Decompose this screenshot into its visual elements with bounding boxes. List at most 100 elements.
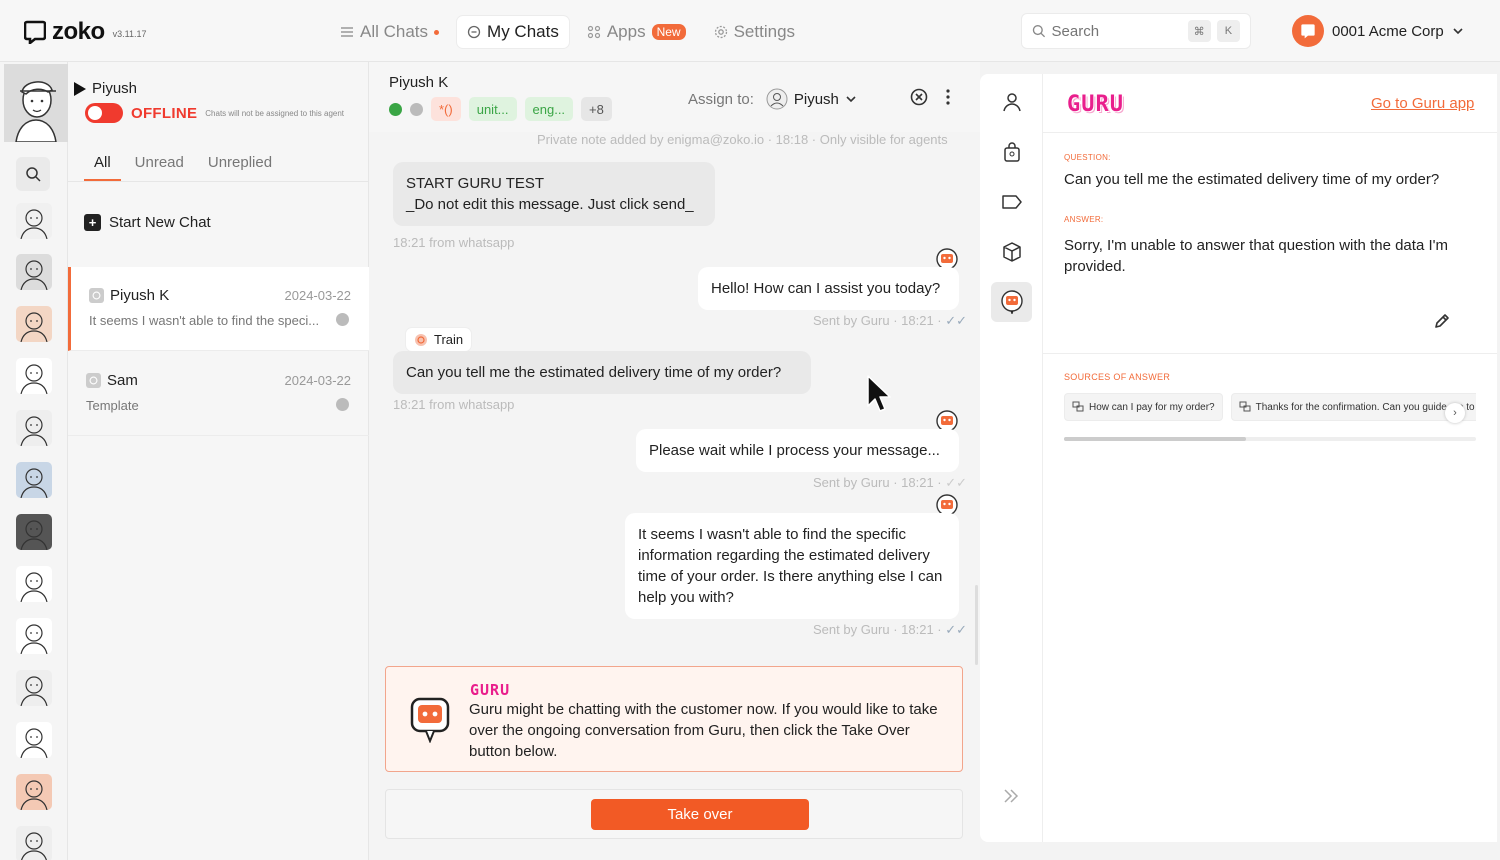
agent-avatar[interactable] bbox=[16, 618, 52, 654]
tab-all[interactable]: All bbox=[84, 142, 121, 181]
app-version: v3.11.17 bbox=[112, 29, 147, 39]
chat-filter-tabs: All Unread Unreplied bbox=[68, 142, 369, 182]
source-chip[interactable]: Thanks for the confirmation. Can you gui… bbox=[1230, 393, 1476, 421]
main-nav: All Chats My Chats Apps New Settings bbox=[330, 16, 805, 48]
agent-avatar[interactable] bbox=[16, 722, 52, 758]
contact-name[interactable]: Piyush K bbox=[389, 74, 448, 91]
sources-next-button[interactable]: › bbox=[1445, 403, 1465, 423]
agent-name: Piyush bbox=[92, 80, 138, 97]
close-chat-icon[interactable] bbox=[910, 88, 928, 106]
assign-control: Assign to: Piyush bbox=[688, 88, 857, 110]
tab-labels[interactable] bbox=[991, 182, 1032, 222]
chat-item-preview: It seems I wasn't able to find the speci… bbox=[89, 313, 320, 328]
guru-brand: GURU bbox=[470, 681, 511, 699]
account-name: 0001 Acme Corp bbox=[1332, 22, 1444, 40]
chevron-down-icon bbox=[846, 96, 856, 103]
message-meta: Sent by Guru · 18:21 · ✓✓ bbox=[813, 313, 968, 328]
double-check-icon: ✓✓ bbox=[945, 313, 968, 328]
nav-all-chats[interactable]: All Chats bbox=[330, 16, 449, 48]
search-input[interactable] bbox=[1051, 22, 1182, 40]
guru-side-panel: GURU Go to Guru app QUESTION: Can you te… bbox=[980, 74, 1497, 842]
tag-chip[interactable]: *() bbox=[431, 97, 461, 121]
chat-list-item[interactable]: Piyush K 2024-03-22 It seems I wasn't ab… bbox=[68, 267, 369, 351]
message-meta: Sent by Guru · 18:21 · ✓✓ bbox=[813, 475, 968, 490]
start-new-chat-label: Start New Chat bbox=[109, 214, 211, 231]
rail-search-button[interactable] bbox=[16, 157, 50, 191]
sources-scrollbar-thumb[interactable] bbox=[1064, 437, 1246, 441]
current-agent-avatar[interactable] bbox=[4, 64, 68, 143]
tab-unread[interactable]: Unread bbox=[125, 142, 194, 181]
nav-apps[interactable]: Apps New bbox=[577, 16, 696, 48]
agent-header[interactable]: Piyush bbox=[74, 80, 137, 97]
double-check-icon: ✓✓ bbox=[945, 475, 968, 490]
source-chip[interactable]: How can I pay for my order? bbox=[1064, 393, 1223, 421]
chat-list-item[interactable]: Sam 2024-03-22 Template bbox=[68, 352, 369, 436]
chat-scrollbar[interactable] bbox=[975, 585, 978, 665]
search-box[interactable]: ⌘ K bbox=[1021, 13, 1251, 49]
tab-contact[interactable] bbox=[991, 82, 1032, 122]
assignee-name: Piyush bbox=[793, 90, 839, 108]
new-badge: New bbox=[651, 24, 686, 40]
nav-settings[interactable]: Settings bbox=[704, 16, 805, 48]
agent-avatar[interactable] bbox=[16, 514, 52, 550]
more-vertical-icon[interactable] bbox=[946, 89, 950, 105]
message-text: Please wait while I process your message… bbox=[649, 442, 940, 459]
search-icon bbox=[26, 167, 41, 182]
incoming-message: START GURU TEST _Do not edit this messag… bbox=[393, 162, 715, 226]
agent-avatar[interactable] bbox=[16, 670, 52, 706]
chat-item-name: Piyush K bbox=[89, 287, 169, 304]
conversation-panel: Piyush K *() unit... eng... +8 Assign to… bbox=[369, 62, 980, 860]
chat-item-name-text: Piyush K bbox=[110, 287, 170, 304]
header-actions bbox=[910, 88, 950, 106]
incoming-message: Can you tell me the estimated delivery t… bbox=[393, 351, 811, 394]
tag-chip[interactable]: unit... bbox=[468, 97, 517, 121]
answer-label: ANSWER: bbox=[1064, 215, 1104, 224]
agent-avatar[interactable] bbox=[16, 826, 52, 860]
plus-icon: + bbox=[84, 214, 101, 231]
kbd-cmd: ⌘ bbox=[1187, 20, 1211, 42]
message-meta: 18:21 from whatsapp bbox=[393, 397, 515, 412]
nav-my-chats[interactable]: My Chats bbox=[457, 16, 569, 48]
online-toggle[interactable] bbox=[85, 103, 123, 123]
tab-products[interactable] bbox=[991, 232, 1032, 272]
double-chevron-right-icon bbox=[1004, 789, 1019, 803]
outgoing-message: Hello! How can I assist you today? bbox=[698, 267, 959, 310]
contact-tags: *() unit... eng... +8 bbox=[389, 97, 612, 121]
tab-orders[interactable] bbox=[991, 132, 1032, 172]
chat-item-name-text: Sam bbox=[107, 372, 138, 389]
agent-avatar[interactable] bbox=[16, 410, 52, 446]
conversation-header: Piyush K *() unit... eng... +8 Assign to… bbox=[369, 62, 980, 132]
go-to-guru-link[interactable]: Go to Guru app bbox=[1371, 95, 1474, 112]
account-switcher[interactable]: 0001 Acme Corp bbox=[1292, 15, 1464, 47]
box-icon bbox=[1002, 242, 1021, 262]
tab-guru[interactable] bbox=[991, 282, 1032, 322]
guru-bot-icon bbox=[410, 697, 450, 743]
message-text: Can you tell me the estimated delivery t… bbox=[406, 364, 782, 381]
start-new-chat-button[interactable]: + Start New Chat bbox=[84, 214, 211, 231]
tab-unreplied[interactable]: Unreplied bbox=[198, 142, 282, 181]
more-tags-chip[interactable]: +8 bbox=[581, 97, 612, 121]
message-text: It seems I wasn't able to find the speci… bbox=[638, 526, 943, 606]
agent-avatar[interactable] bbox=[16, 774, 52, 810]
agent-avatar[interactable] bbox=[16, 203, 52, 239]
train-label: Train bbox=[434, 332, 464, 347]
tag-chip[interactable]: eng... bbox=[524, 97, 574, 121]
agent-avatar[interactable] bbox=[16, 254, 52, 290]
shopping-bag-icon bbox=[1003, 142, 1020, 162]
zoko-logo[interactable]: zoko v3.11.17 bbox=[24, 18, 147, 46]
train-button[interactable]: Train bbox=[406, 328, 472, 351]
agent-avatar[interactable] bbox=[16, 306, 52, 342]
zoko-logo-icon bbox=[24, 20, 46, 44]
agent-avatar[interactable] bbox=[16, 358, 52, 394]
edit-answer-button[interactable] bbox=[1433, 312, 1451, 335]
sources-scrollbar[interactable] bbox=[1064, 437, 1476, 441]
agent-avatar[interactable] bbox=[16, 566, 52, 602]
chevron-down-icon bbox=[1453, 28, 1463, 35]
agent-avatar[interactable] bbox=[16, 462, 52, 498]
collapse-panel-button[interactable] bbox=[1002, 788, 1020, 809]
take-over-button[interactable]: Take over bbox=[591, 799, 809, 830]
chat-item-preview: Template bbox=[86, 398, 139, 413]
top-bar: zoko v3.11.17 All Chats My Chats Apps Ne… bbox=[0, 0, 1500, 62]
assignee-dropdown[interactable]: Piyush bbox=[766, 88, 857, 110]
message-text: Hello! How can I assist you today? bbox=[711, 280, 941, 297]
